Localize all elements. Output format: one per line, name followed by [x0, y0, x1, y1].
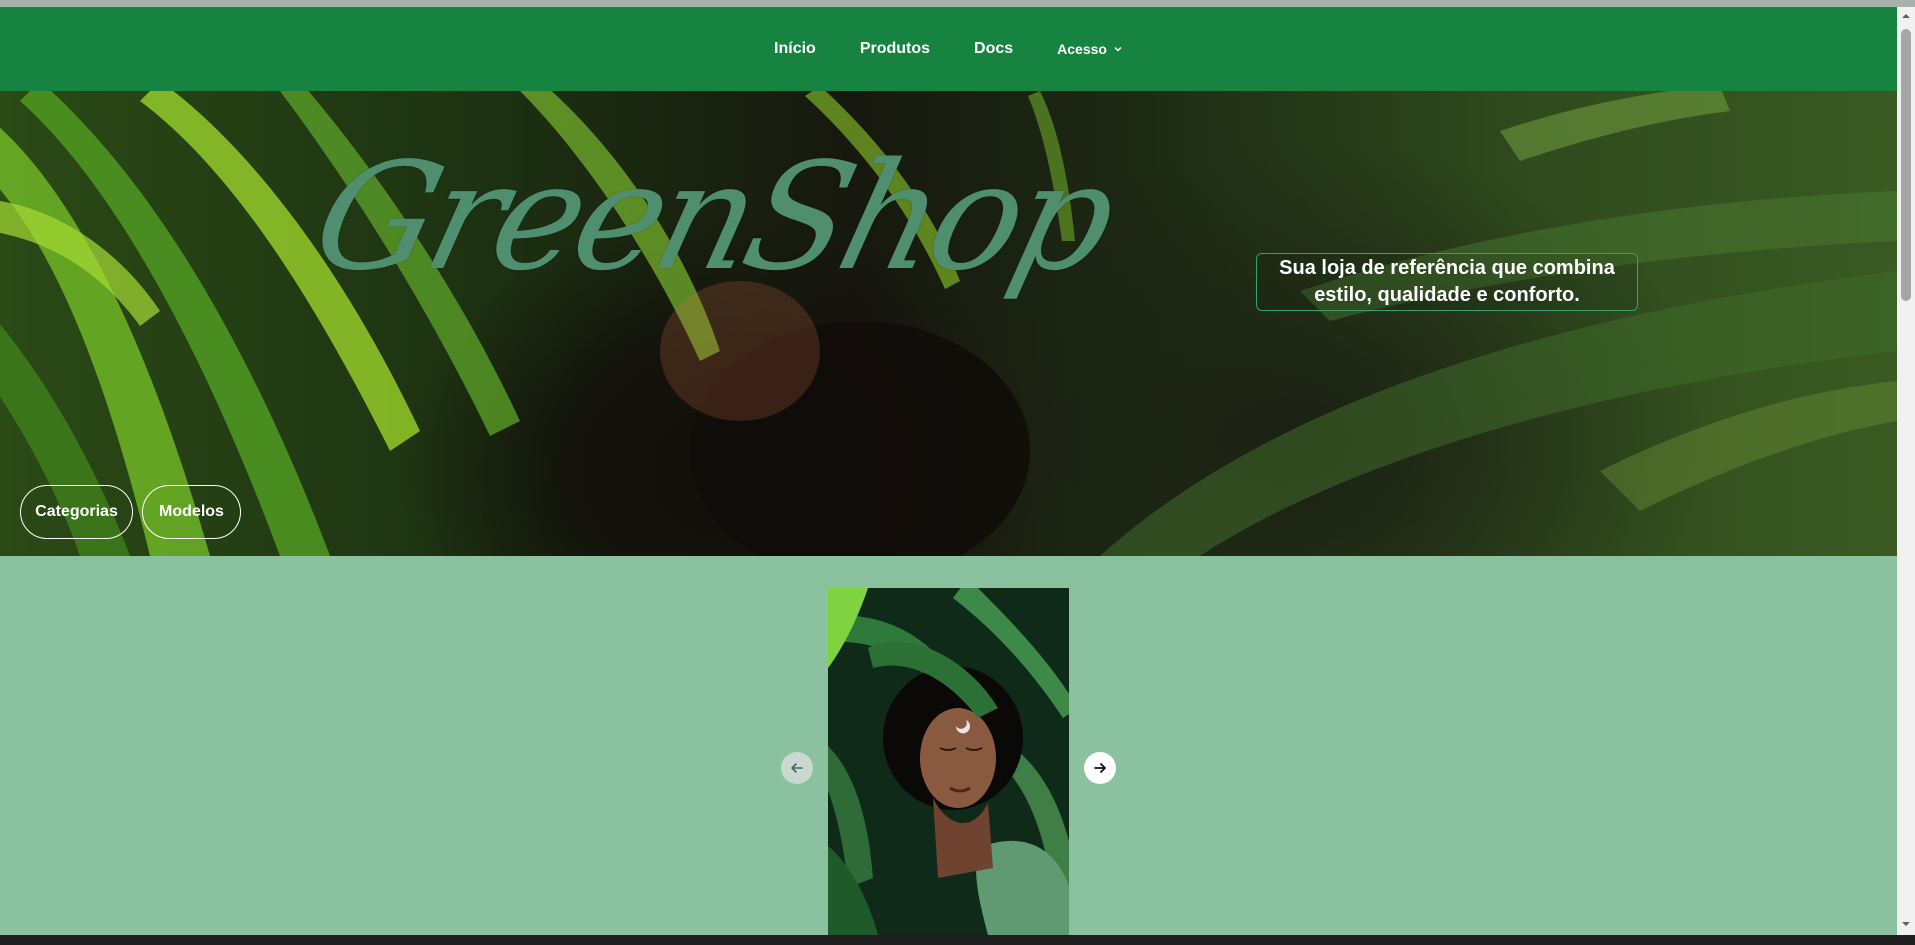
nav-link-docs[interactable]: Docs — [974, 40, 1013, 58]
scroll-up-icon[interactable] — [1901, 11, 1911, 21]
scroll-down-icon[interactable] — [1901, 919, 1911, 929]
page-scrollbar[interactable] — [1897, 7, 1915, 935]
nav-dropdown-acesso-label: Acesso — [1057, 41, 1107, 57]
categorias-button[interactable]: Categorias — [20, 485, 133, 539]
carousel-next-button[interactable] — [1084, 752, 1116, 784]
taskbar-strip — [0, 935, 1915, 945]
arrow-left-icon — [791, 763, 803, 773]
modelos-button[interactable]: Modelos — [142, 485, 241, 539]
brand-logo-wordmark: GreenShop — [298, 131, 1128, 303]
top-navigation: Início Produtos Docs Acesso — [0, 7, 1897, 91]
nav-link-produtos[interactable]: Produtos — [860, 40, 930, 58]
hero-banner: GreenShop Sua loja de referência que com… — [0, 91, 1897, 556]
hero-tagline-line2: estilo, qualidade e conforto. — [1314, 284, 1580, 306]
carousel-slide-image — [828, 588, 1069, 935]
portrait-image — [828, 588, 1069, 935]
chevron-down-icon — [1114, 47, 1122, 52]
carousel-prev-button[interactable] — [781, 752, 813, 784]
browser-viewport: Início Produtos Docs Acesso GreenShop Su… — [0, 7, 1897, 935]
nav-link-inicio[interactable]: Início — [774, 40, 816, 58]
hero-tagline: Sua loja de referência que combina estil… — [1256, 253, 1638, 311]
hero-tagline-line1: Sua loja de referência que combina — [1279, 257, 1615, 279]
arrow-right-icon — [1094, 763, 1106, 773]
nav-dropdown-acesso[interactable]: Acesso — [1057, 41, 1123, 57]
scrollbar-thumb[interactable] — [1901, 29, 1911, 301]
